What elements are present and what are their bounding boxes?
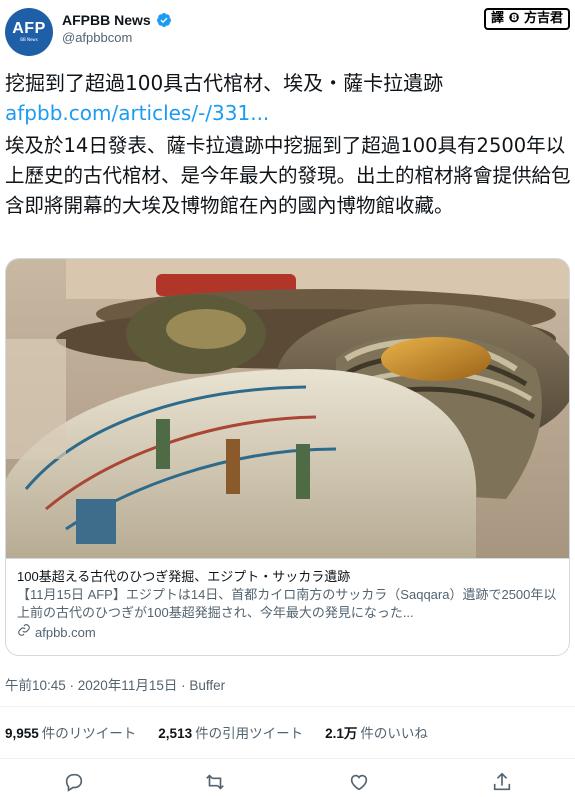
retweet-count[interactable]: 9,955 件のリツイート: [5, 722, 136, 742]
account-name[interactable]: AFPBB News: [62, 12, 151, 28]
tweet-link[interactable]: afpbb.com/articles/-/331...: [5, 100, 269, 126]
link-icon: [17, 623, 31, 642]
tweet-stats: 9,955 件のリツイート 2,513 件の引用ツイート 2.1万 件のいいね: [5, 722, 428, 742]
card-domain: afpbb.com: [35, 624, 96, 640]
verified-icon: [156, 12, 172, 28]
translator-badge: 譯 ❽ 方吉君: [484, 8, 571, 30]
avatar[interactable]: AFP BB News: [5, 8, 53, 56]
divider: [0, 706, 575, 707]
share-icon[interactable]: [489, 769, 515, 795]
like-count[interactable]: 2.1万 件のいいね: [325, 722, 428, 742]
like-icon[interactable]: [346, 769, 372, 795]
divider: [0, 758, 575, 759]
avatar-logo: AFP: [12, 20, 46, 37]
card-domain-row: afpbb.com: [17, 623, 560, 642]
card-text[interactable]: 100基超える古代のひつぎ発掘、エジプト・サッカラ遺跡 【11月15日 AFP】…: [6, 558, 569, 655]
tweet-body: 埃及於14日發表、薩卡拉遺跡中挖掘到了超過100具有2500年以上歷史的古代棺材…: [5, 134, 571, 217]
retweet-icon[interactable]: [202, 769, 228, 795]
tweet-title: 挖掘到了超過100具古代棺材、埃及・薩卡拉遺跡: [5, 71, 444, 95]
card-description: 【11月15日 AFP】エジプトは14日、首都カイロ南方のサッカラ（Saqqar…: [17, 587, 557, 620]
account-handle[interactable]: @afpbbcom: [62, 30, 132, 45]
reply-icon[interactable]: [61, 769, 87, 795]
avatar-sub: BB News: [20, 37, 38, 42]
quote-count[interactable]: 2,513 件の引用ツイート: [158, 722, 303, 742]
action-bar: [0, 766, 575, 796]
name-row: AFPBB News: [62, 10, 172, 30]
card-image[interactable]: [6, 259, 570, 558]
tweet-meta[interactable]: 午前10:45 · 2020年11月15日 · Buffer: [5, 674, 225, 694]
link-card[interactable]: 100基超える古代のひつぎ発掘、エジプト・サッカラ遺跡 【11月15日 AFP】…: [5, 258, 570, 656]
card-title: 100基超える古代のひつぎ発掘、エジプト・サッカラ遺跡: [17, 569, 351, 584]
tweet-header: AFP BB News AFPBB News @afpbbcom 譯 ❽ 方吉君: [0, 0, 575, 60]
